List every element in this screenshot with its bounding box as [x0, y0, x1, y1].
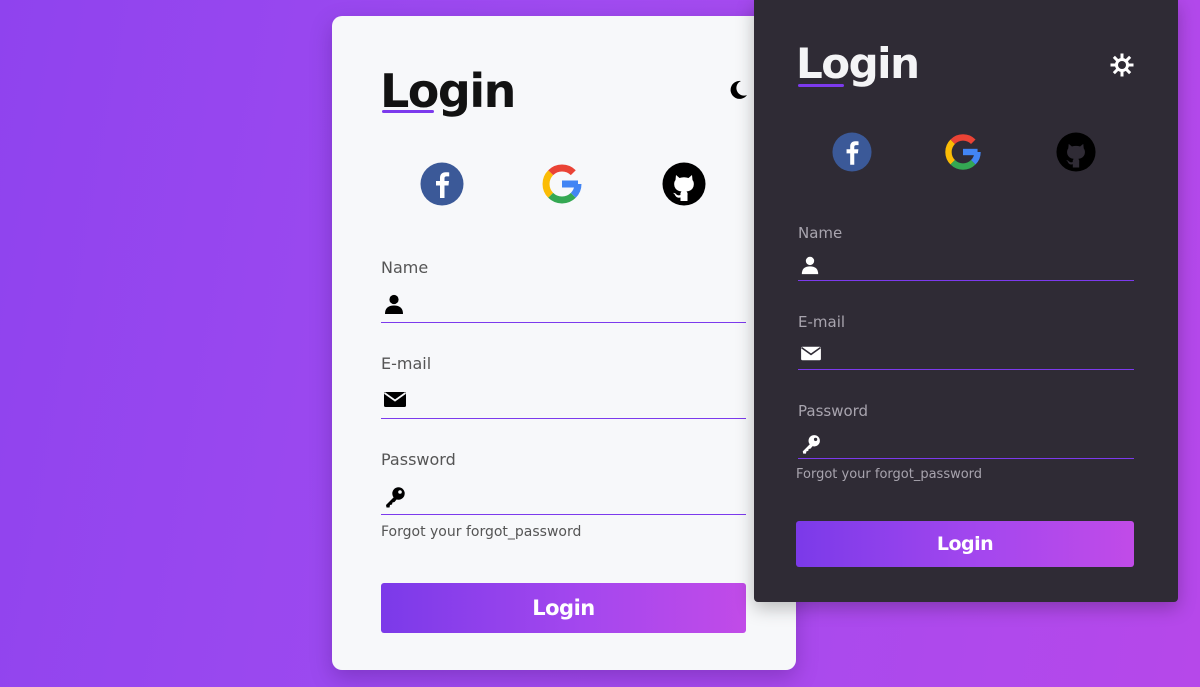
- password-input[interactable]: [415, 482, 746, 508]
- forgot-password-link[interactable]: Forgot your forgot_password: [796, 467, 982, 482]
- login-card-light: Login Name E-mail Password Forgot your f…: [332, 16, 796, 670]
- name-field: Name: [381, 258, 746, 328]
- page-title: Login: [796, 39, 920, 88]
- google-icon[interactable]: [540, 162, 584, 206]
- login-card-dark: Login Name E-mail Password Forgot your f…: [754, 0, 1178, 602]
- password-input[interactable]: [832, 430, 1134, 454]
- email-underline: [381, 418, 746, 419]
- email-underline: [798, 369, 1134, 370]
- envelope-icon: [383, 389, 407, 413]
- password-underline: [381, 514, 746, 515]
- name-field: Name: [798, 224, 1134, 286]
- facebook-icon[interactable]: [832, 132, 872, 172]
- email-label: E-mail: [798, 313, 846, 331]
- name-label: Name: [381, 258, 429, 277]
- login-button[interactable]: Login: [381, 583, 746, 633]
- name-underline: [381, 322, 746, 323]
- password-label: Password: [381, 450, 456, 469]
- name-input[interactable]: [832, 252, 1134, 276]
- password-underline: [798, 458, 1134, 459]
- password-label: Password: [798, 402, 869, 420]
- password-field: Password: [381, 450, 746, 520]
- title-underline: [798, 84, 844, 87]
- name-input[interactable]: [415, 290, 746, 316]
- title-underline: [382, 110, 434, 113]
- envelope-icon: [800, 344, 822, 366]
- name-underline: [798, 280, 1134, 281]
- google-icon[interactable]: [943, 132, 983, 172]
- email-field: E-mail: [381, 354, 746, 424]
- email-label: E-mail: [381, 354, 432, 373]
- key-icon: [383, 485, 407, 513]
- github-icon[interactable]: [662, 162, 706, 206]
- email-input[interactable]: [415, 386, 746, 412]
- email-field: E-mail: [798, 313, 1134, 375]
- user-icon: [800, 255, 820, 279]
- key-icon: [800, 433, 822, 459]
- user-icon: [383, 293, 405, 319]
- password-field: Password: [798, 402, 1134, 464]
- forgot-password-link[interactable]: Forgot your forgot_password: [381, 524, 581, 540]
- login-button[interactable]: Login: [796, 521, 1134, 567]
- name-label: Name: [798, 224, 843, 242]
- email-input[interactable]: [832, 341, 1134, 365]
- github-icon[interactable]: [1056, 132, 1096, 172]
- facebook-icon[interactable]: [420, 162, 464, 206]
- sun-icon[interactable]: [1110, 53, 1134, 77]
- page-title: Login: [380, 64, 516, 118]
- moon-icon[interactable]: [726, 78, 750, 102]
